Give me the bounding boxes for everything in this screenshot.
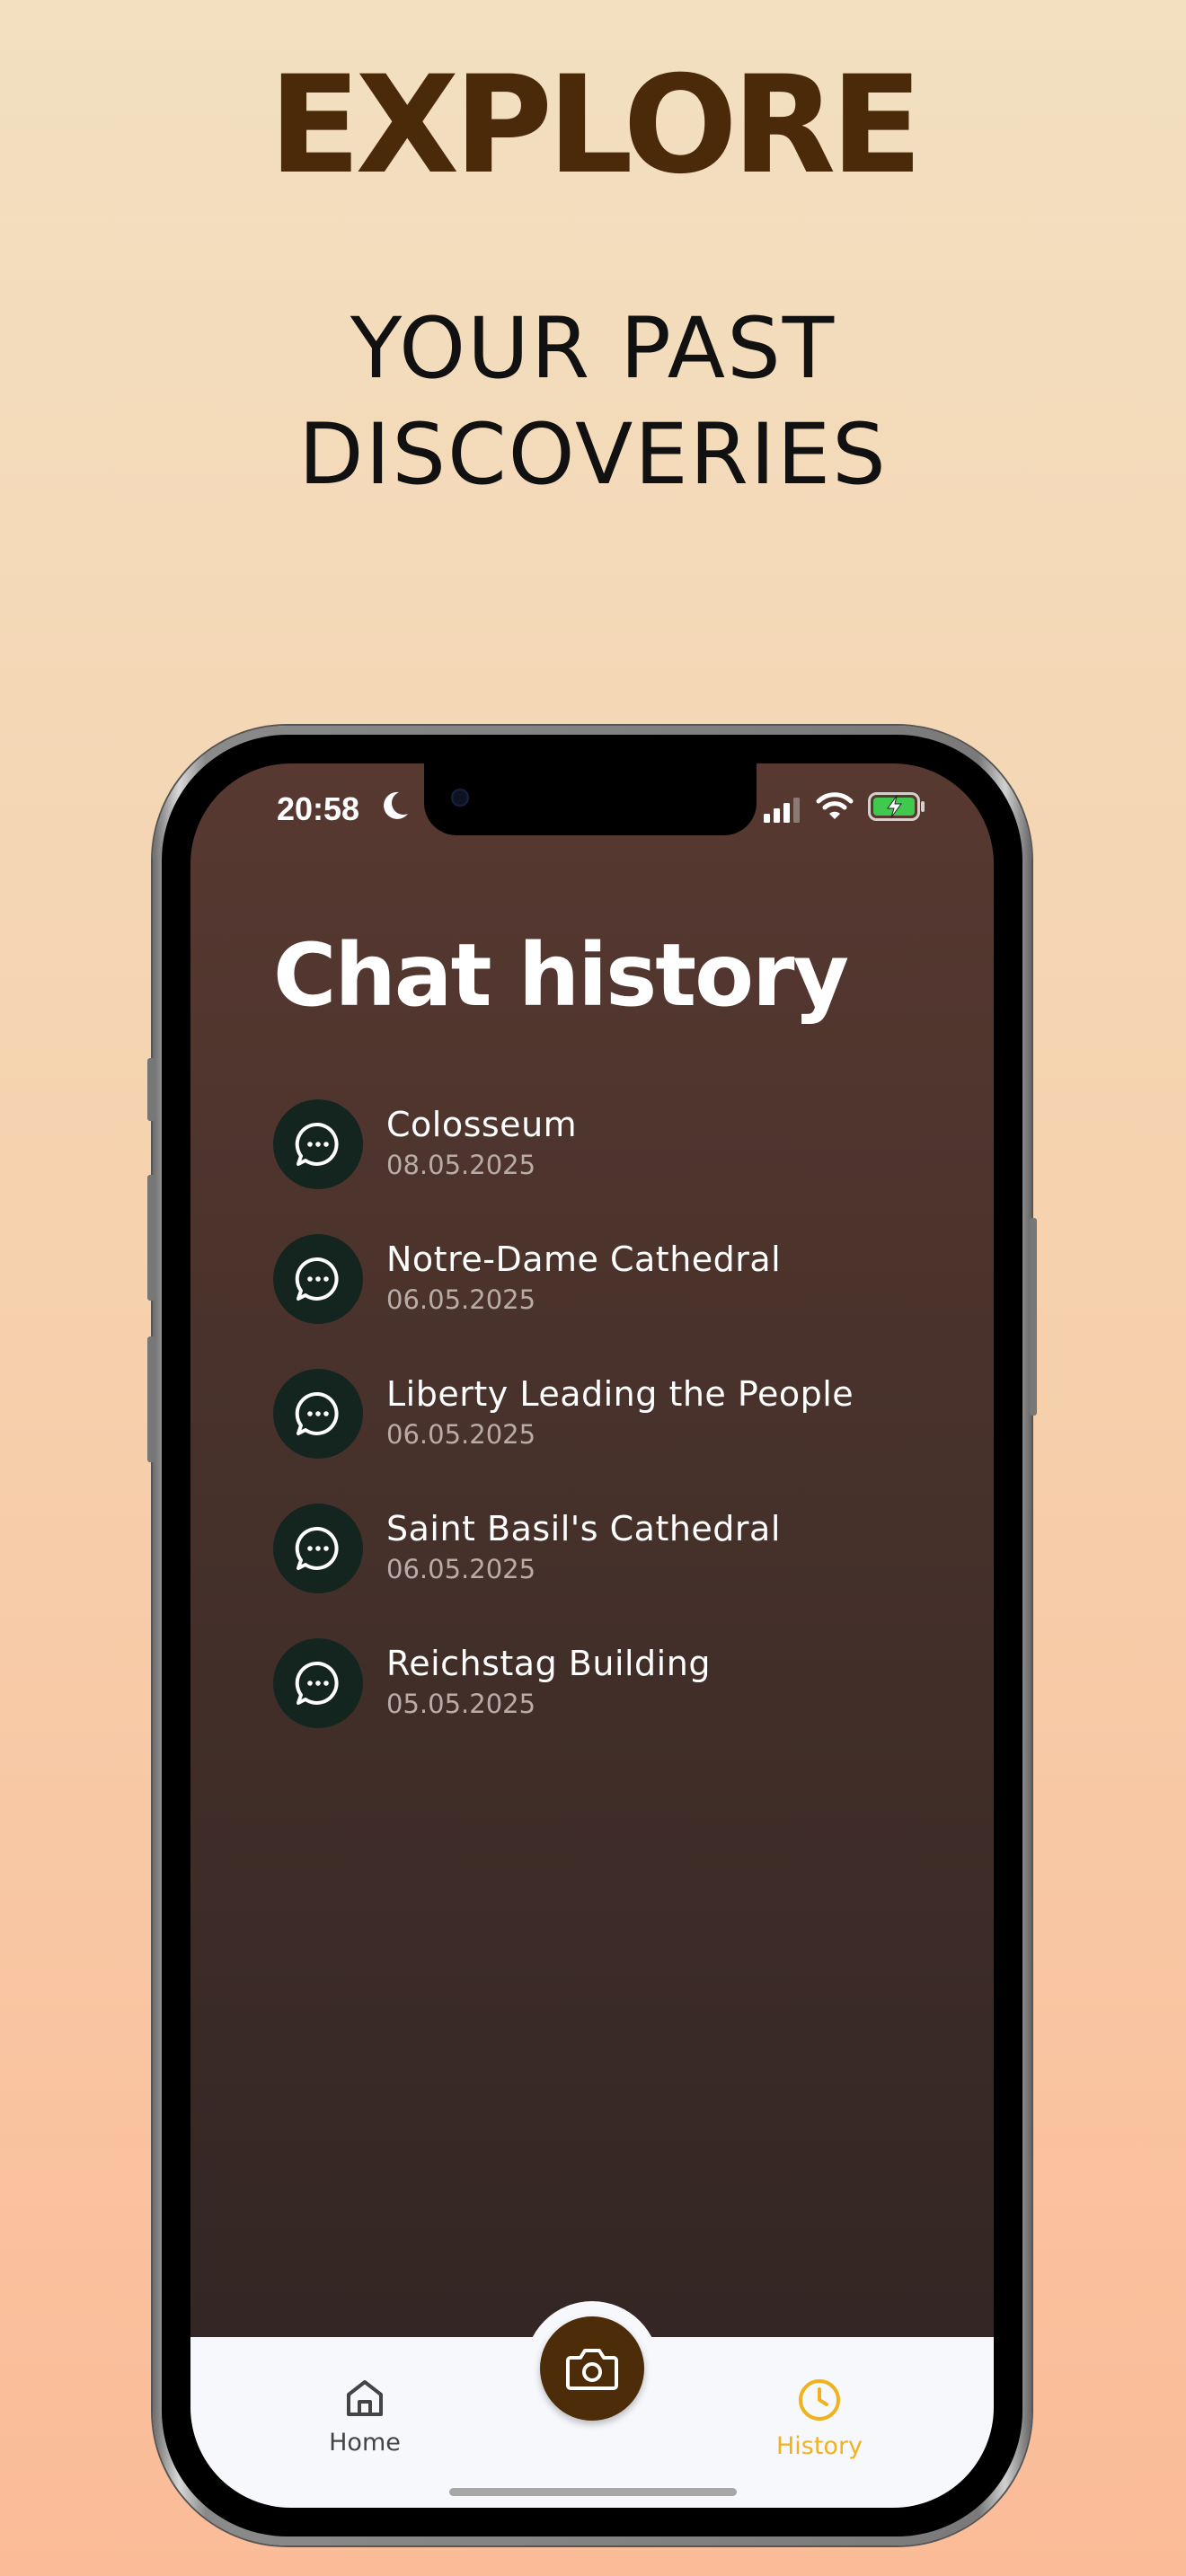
camera-icon xyxy=(566,2349,618,2390)
promo-subheadline: YOUR PAST DISCOVERIES xyxy=(0,296,1186,508)
tab-home-label: Home xyxy=(329,2429,401,2457)
chat-date: 08.05.2025 xyxy=(386,1150,536,1180)
chat-bubble-icon xyxy=(273,1369,363,1459)
signal-icon xyxy=(764,798,800,823)
tab-history-label: History xyxy=(775,2432,863,2460)
chat-list: Colosseum 08.05.2025 Notre-Dame Cathedra… xyxy=(273,1099,956,1773)
chat-name: Notre-Dame Cathedral xyxy=(386,1239,782,1279)
app-screen: 20:58 Chat history Colosseum 08.05.2025 … xyxy=(190,763,994,2508)
chat-bubble-icon xyxy=(273,1504,363,1593)
home-indicator[interactable] xyxy=(449,2488,737,2496)
chat-bubble-icon xyxy=(273,1638,363,1728)
wifi-icon xyxy=(816,792,854,819)
chat-name: Liberty Leading the People xyxy=(386,1374,854,1414)
camera-button[interactable] xyxy=(540,2316,644,2421)
phone-volume-up-button xyxy=(147,1175,155,1301)
chat-date: 06.05.2025 xyxy=(386,1419,536,1450)
chat-list-item[interactable]: Liberty Leading the People 06.05.2025 xyxy=(273,1369,956,1504)
chat-list-item[interactable]: Reichstag Building 05.05.2025 xyxy=(273,1638,956,1773)
chat-date: 05.05.2025 xyxy=(386,1689,536,1719)
promo-subheadline-line2: DISCOVERIES xyxy=(298,406,888,504)
phone-frame: 20:58 Chat history Colosseum 08.05.2025 … xyxy=(147,726,1037,2545)
promo-subheadline-line1: YOUR PAST xyxy=(350,300,836,398)
battery-charging-icon xyxy=(868,792,925,821)
chat-name: Saint Basil's Cathedral xyxy=(386,1509,781,1548)
tab-home[interactable]: Home xyxy=(293,2377,437,2457)
page-title: Chat history xyxy=(273,925,849,1026)
phone-side-button xyxy=(147,1058,155,1121)
status-time: 20:58 xyxy=(277,790,360,827)
phone-volume-down-button xyxy=(147,1337,155,1462)
phone-power-button xyxy=(1030,1218,1037,1416)
promo-headline: EXPLORE xyxy=(269,48,923,204)
chat-list-item[interactable]: Colosseum 08.05.2025 xyxy=(273,1099,956,1234)
chat-name: Reichstag Building xyxy=(386,1644,711,1683)
clock-icon xyxy=(799,2379,840,2421)
chat-bubble-icon xyxy=(273,1234,363,1324)
chat-bubble-icon xyxy=(273,1099,363,1189)
chat-date: 06.05.2025 xyxy=(386,1554,536,1584)
notch xyxy=(424,763,757,835)
moon-icon xyxy=(384,791,408,819)
chat-name: Colosseum xyxy=(386,1105,578,1144)
tab-history[interactable]: History xyxy=(748,2377,891,2460)
front-camera xyxy=(451,789,469,807)
chat-date: 06.05.2025 xyxy=(386,1284,536,1315)
chat-list-item[interactable]: Saint Basil's Cathedral 06.05.2025 xyxy=(273,1504,956,1638)
chat-list-item[interactable]: Notre-Dame Cathedral 06.05.2025 xyxy=(273,1234,956,1369)
home-icon xyxy=(347,2380,383,2416)
